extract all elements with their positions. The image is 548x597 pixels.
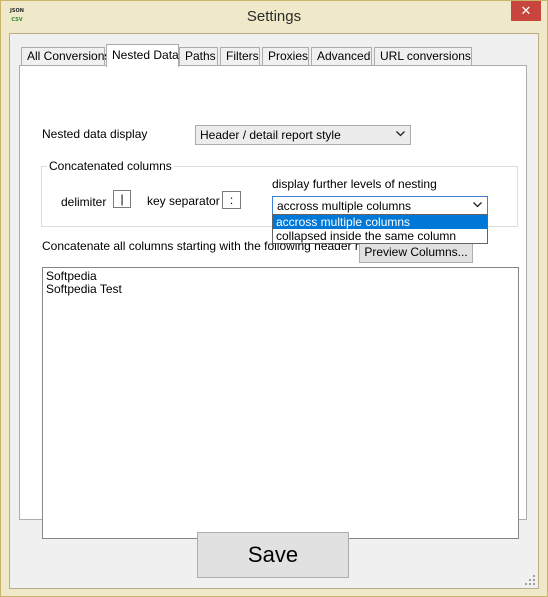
nesting-levels-label: display further levels of nesting [272, 177, 437, 191]
nested-data-display-select[interactable]: Header / detail report style [195, 125, 411, 145]
tab-nested-data[interactable]: Nested Data [106, 44, 179, 67]
chevron-down-icon [473, 202, 482, 208]
settings-window: JSON CSV Settings ✕ All Conversions Nest… [0, 0, 548, 597]
tab-advanced[interactable]: Advanced [311, 47, 372, 66]
tab-label: Filters [226, 49, 259, 63]
tab-label: Advanced [317, 49, 371, 63]
save-button[interactable]: Save [197, 532, 349, 578]
concatenated-columns-title: Concatenated columns [47, 159, 174, 173]
tab-label: All Conversions [27, 49, 111, 63]
tab-paths[interactable]: Paths [179, 47, 218, 66]
tab-filters[interactable]: Filters [220, 47, 260, 66]
tab-label: Nested Data [112, 48, 179, 62]
option-label: accross multiple columns [276, 215, 411, 229]
tab-all-conversions[interactable]: All Conversions [21, 47, 110, 66]
nesting-levels-dropdown: accross multiple columns collapsed insid… [272, 214, 488, 244]
tab-label: URL conversions [380, 49, 471, 63]
nesting-levels-select[interactable]: accross multiple columns [272, 196, 488, 216]
window-title: Settings [246, 8, 302, 25]
key-separator-label: key separator [147, 194, 220, 208]
delimiter-input[interactable]: | [113, 190, 131, 208]
tab-proxies[interactable]: Proxies [262, 47, 309, 66]
nesting-option-multiple-columns[interactable]: accross multiple columns [273, 215, 487, 229]
preview-columns-button[interactable]: Preview Columns... [359, 241, 473, 263]
resize-grip-icon[interactable] [525, 575, 535, 585]
nested-data-panel: Nested data display Header / detail repo… [19, 65, 527, 539]
close-button[interactable]: ✕ [511, 1, 541, 21]
tab-label: Paths [185, 49, 216, 63]
close-icon: ✕ [520, 3, 532, 18]
chevron-down-icon [396, 131, 405, 137]
nested-data-display-value: Header / detail report style [200, 128, 341, 142]
tab-url-conversions[interactable]: URL conversions [374, 47, 472, 66]
nested-data-display-label: Nested data display [42, 127, 148, 141]
header-name-line: Softpedia Test [46, 282, 122, 296]
tab-label: Proxies [268, 49, 309, 63]
client-area: All Conversions Nested Data Paths Filter… [9, 33, 539, 589]
option-label: collapsed inside the same column [276, 229, 457, 243]
nesting-option-same-column[interactable]: collapsed inside the same column [273, 229, 487, 243]
title-bar: JSON CSV Settings ✕ [1, 1, 547, 33]
nesting-levels-value: accross multiple columns [277, 199, 412, 213]
delimiter-label: delimiter [61, 195, 107, 209]
key-separator-input[interactable]: : [222, 191, 241, 209]
header-names-textarea[interactable]: Softpedia Softpedia Test [42, 267, 519, 539]
